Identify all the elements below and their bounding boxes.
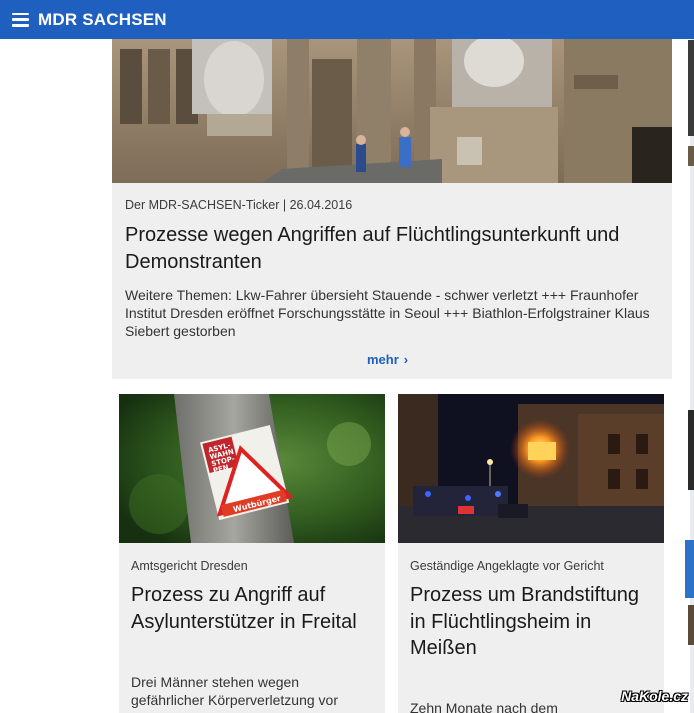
adjacent-image-edge xyxy=(688,146,694,166)
article-image[interactable]: ASYL- WAHN STOP- PEN Wutbürger xyxy=(119,394,385,543)
burning-building-night-photo xyxy=(398,394,664,543)
lead-article-card[interactable]: Der MDR-SACHSEN-Ticker | 26.04.2016 Proz… xyxy=(112,39,672,379)
article-card[interactable]: ASYL- WAHN STOP- PEN Wutbürger Amtsgeric… xyxy=(119,394,385,713)
hamburger-menu-icon[interactable] xyxy=(12,12,29,27)
article-meta: Geständige Angeklagte vor Gericht xyxy=(410,559,604,573)
adjacent-image-edge xyxy=(688,605,694,645)
site-brand-logo[interactable]: MDR SACHSEN xyxy=(38,10,167,30)
more-link-label: mehr xyxy=(367,352,399,367)
article-card[interactable]: Geständige Angeklagte vor Gericht Prozes… xyxy=(398,394,664,713)
lead-article-title[interactable]: Prozesse wegen Angriffen auf Flüchtlings… xyxy=(125,222,655,276)
more-link[interactable]: mehr › xyxy=(367,352,408,367)
article-title[interactable]: Prozess um Brandstiftung in Flüchtlingsh… xyxy=(410,582,655,662)
article-teaser: Zehn Monate nach dem xyxy=(410,700,558,713)
article-meta: Amtsgericht Dresden xyxy=(131,559,248,573)
adjacent-image-edge xyxy=(688,40,694,136)
sticker-on-pole-photo: ASYL- WAHN STOP- PEN Wutbürger xyxy=(119,394,385,543)
watermark: NaKole.cz xyxy=(621,688,688,704)
chevron-right-icon: › xyxy=(403,352,409,367)
court-building-photo xyxy=(112,39,672,183)
adjacent-image-edge xyxy=(688,410,694,490)
article-image[interactable] xyxy=(398,394,664,543)
article-title[interactable]: Prozess zu Angriff auf Asylunterstützer … xyxy=(131,582,376,635)
adjacent-tab-marker xyxy=(685,540,694,598)
article-teaser: Drei Männer stehen wegen gefährlicher Kö… xyxy=(131,674,338,708)
lead-article-meta: Der MDR-SACHSEN-Ticker | 26.04.2016 xyxy=(125,198,353,212)
lead-article-teaser: Weitere Themen: Lkw-Fahrer übersieht Sta… xyxy=(125,287,650,339)
lead-article-image[interactable] xyxy=(112,39,672,183)
top-navigation-bar: MDR SACHSEN xyxy=(0,0,694,39)
